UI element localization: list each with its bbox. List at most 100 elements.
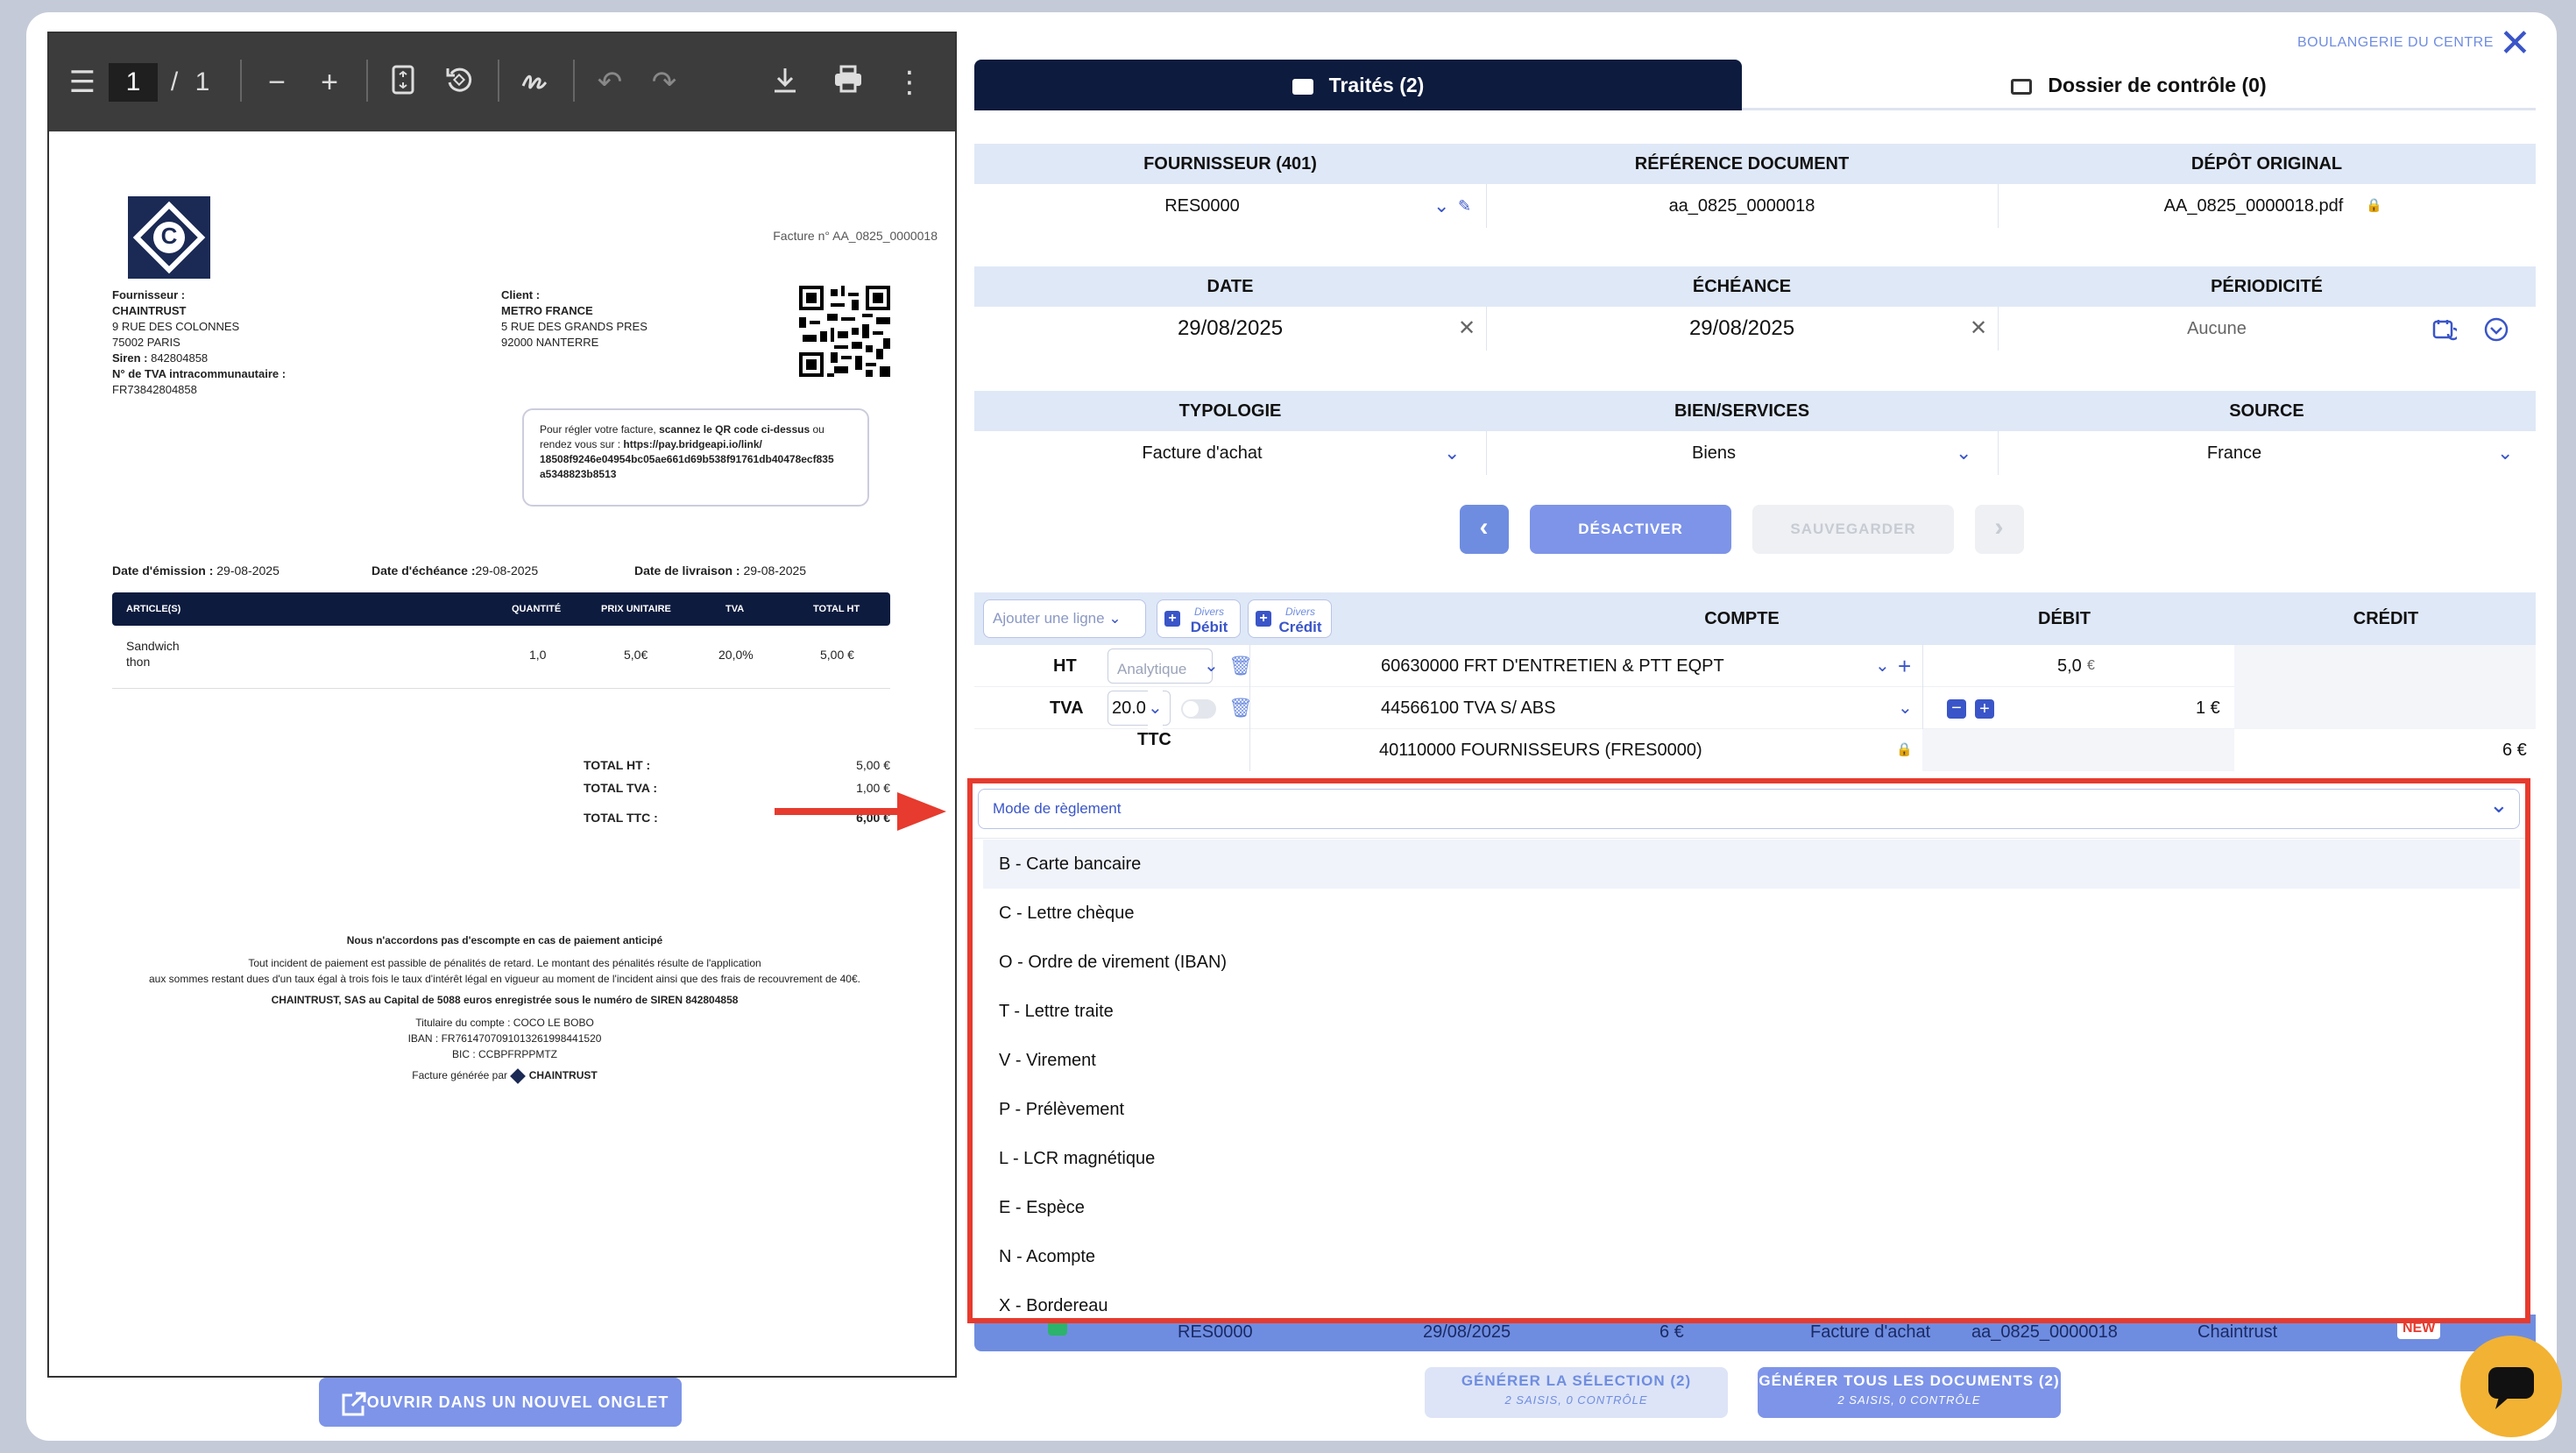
- entry-row-ht: HT Analytique ⌄ 🗑 60630000 FRT D'ENTRETI…: [974, 645, 2536, 687]
- option-virement[interactable]: V - Virement: [983, 1036, 2520, 1085]
- original-file[interactable]: AA_0825_0000018.pdf: [1998, 184, 2509, 228]
- supplier-block: Fournisseur : CHAINTRUST 9 RUE DES COLON…: [112, 288, 287, 396]
- tab-traites[interactable]: Traités (2): [974, 60, 1742, 110]
- document-reference: aa_0825_0000018: [1668, 196, 1815, 216]
- tab-dossier-controle[interactable]: Dossier de contrôle (0): [1742, 60, 2536, 110]
- pdf-viewer: ☰ 1 / 1 − + ↶ ↷ ⋮ C Facture n° AA_0825_0…: [47, 32, 957, 1378]
- print-icon[interactable]: [831, 65, 866, 100]
- pdf-toolbar: ☰ 1 / 1 − + ↶ ↷ ⋮: [49, 33, 955, 131]
- option-espece[interactable]: E - Espèce: [983, 1183, 2520, 1232]
- payment-mode-select[interactable]: Mode de règlement ⌄: [978, 789, 2520, 829]
- date-input[interactable]: 29/08/2025: [974, 307, 1486, 351]
- option-prelevement[interactable]: P - Prélèvement: [983, 1085, 2520, 1134]
- page-number-input[interactable]: 1: [109, 63, 158, 102]
- tva-toggle[interactable]: [1181, 699, 1216, 719]
- account-ht[interactable]: 60630000 FRT D'ENTRETIEN & PTT EQPT: [1381, 645, 1724, 687]
- due-date-input[interactable]: 29/08/2025: [1486, 307, 1998, 351]
- option-bordereau[interactable]: X - Bordereau: [983, 1281, 2520, 1318]
- option-lettre-cheque[interactable]: C - Lettre chèque: [983, 889, 2520, 938]
- clear-date-icon[interactable]: ✕: [1458, 307, 1476, 351]
- external-link-icon: [340, 1388, 368, 1437]
- supplier-select[interactable]: RES0000: [974, 184, 1430, 228]
- annotation-arrow: [775, 790, 946, 833]
- debit-tva-value[interactable]: 1 €: [2196, 687, 2220, 729]
- source-dropdown-icon[interactable]: ⌄: [2497, 431, 2513, 476]
- analytics-dropdown-icon[interactable]: ⌄: [1204, 645, 1219, 687]
- section2-header: DATE ÉCHÉANCE PÉRIODICITÉ: [974, 266, 2536, 307]
- client-block: Client : METRO FRANCE 5 RUE DES GRANDS P…: [501, 288, 648, 349]
- chaintrust-logo-icon: [510, 1067, 527, 1084]
- account-dropdown-icon[interactable]: ⌄: [1875, 645, 1890, 687]
- typology-dropdown-icon[interactable]: ⌄: [1444, 431, 1460, 476]
- source-select[interactable]: France: [1998, 431, 2471, 475]
- more-options-icon[interactable]: ⋮: [892, 65, 927, 100]
- option-lcr-magnetique[interactable]: L - LCR magnétique: [983, 1134, 2520, 1183]
- company-name: BOULANGERIE DU CENTRE: [2297, 35, 2494, 50]
- invoice-line: Sandwich thon 1,0 5,0€ 20,0% 5,00 €: [112, 636, 890, 689]
- account-tva[interactable]: 44566100 TVA S/ ABS: [1381, 687, 1555, 729]
- option-lettre-traite[interactable]: T - Lettre traite: [983, 987, 2520, 1036]
- plus-icon[interactable]: +: [1975, 699, 1994, 719]
- section3-header: TYPOLOGIE BIEN/SERVICES SOURCE: [974, 391, 2536, 431]
- dates-row: Date d'émission : 29-08-2025 Date d'éché…: [112, 563, 807, 578]
- section2-row: 29/08/2025 ✕ 29/08/2025 ✕ Aucune: [974, 307, 2536, 351]
- lock-icon: 🔒: [2366, 198, 2382, 213]
- option-acompte[interactable]: N - Acompte: [983, 1232, 2520, 1281]
- plus-icon: +: [1256, 611, 1271, 627]
- qr-code: [799, 286, 890, 377]
- generate-selection-button[interactable]: GÉNÉRER LA SÉLECTION (2) 2 SAISIS, 0 CON…: [1425, 1367, 1728, 1418]
- chat-icon: [2488, 1367, 2534, 1409]
- analytics-select[interactable]: Analytique: [1108, 649, 1213, 684]
- previous-button[interactable]: ‹: [1460, 505, 1509, 554]
- open-new-tab-button[interactable]: OUVRIR DANS UN NOUVEL ONGLET: [319, 1378, 682, 1427]
- periodicity-dropdown-icon[interactable]: [2483, 307, 2509, 351]
- add-line-select[interactable]: Ajouter une ligne ⌄: [983, 599, 1146, 638]
- download-icon[interactable]: [768, 65, 803, 100]
- chat-button[interactable]: [2460, 1336, 2562, 1437]
- credit-ttc-value: 6 €: [2502, 741, 2527, 760]
- page-total: 1: [195, 67, 210, 96]
- invoice-table-header: ARTICLE(S) QUANTITÉ PRIX UNITAIRE TVA TO…: [112, 592, 890, 626]
- draw-icon[interactable]: [517, 65, 552, 100]
- payment-mode-dropdown: Mode de règlement ⌄ B - Carte bancaire C…: [967, 778, 2530, 1323]
- clear-due-date-icon[interactable]: ✕: [1970, 307, 1987, 351]
- supplier-dropdown-icon[interactable]: ⌄: [1433, 184, 1449, 229]
- supplier-logo: C: [128, 196, 210, 279]
- account-ttc: 40110000 FOURNISSEURS (FRES0000): [1379, 741, 1702, 760]
- section3-row: Facture d'achat ⌄ Biens ⌄ France ⌄: [974, 431, 2536, 475]
- invoice-number: Facture n° AA_0825_0000018: [773, 229, 938, 243]
- edit-icon[interactable]: ✎: [1458, 184, 1471, 228]
- invoice-footer: Nous n'accordons pas d'escompte en cas d…: [84, 932, 925, 1084]
- plus-icon: +: [1164, 611, 1180, 627]
- minus-icon[interactable]: −: [1947, 699, 1966, 719]
- lock-icon: 🔒: [1896, 742, 1913, 757]
- next-button[interactable]: ›: [1975, 505, 2024, 554]
- goods-services-select[interactable]: Biens: [1486, 431, 1942, 475]
- divers-debit-button[interactable]: Divers Débit +: [1157, 599, 1241, 638]
- typology-select[interactable]: Facture d'achat: [974, 431, 1430, 475]
- calendar-repeat-icon[interactable]: [2432, 307, 2460, 351]
- option-ordre-virement[interactable]: O - Ordre de virement (IBAN): [983, 938, 2520, 987]
- zoom-in-icon[interactable]: +: [312, 65, 347, 100]
- payment-info-box: Pour régler votre facture, scannez le QR…: [522, 408, 869, 507]
- rotate-icon[interactable]: [442, 65, 477, 100]
- periodicity-select[interactable]: Aucune: [1998, 307, 2436, 351]
- entry-row-tva: TVA 20.0 ⌄ 🗑 44566100 TVA S/ ABS ⌄ − + 1…: [974, 687, 2536, 729]
- page-separator: /: [170, 67, 179, 96]
- add-account-icon[interactable]: +: [1898, 645, 1911, 687]
- zoom-out-icon[interactable]: −: [259, 65, 294, 100]
- fit-page-icon[interactable]: [386, 65, 421, 100]
- menu-icon[interactable]: ☰: [65, 65, 100, 100]
- debit-ht-value[interactable]: 5,0: [2057, 645, 2082, 687]
- section1-row: RES0000 ⌄ ✎ aa_0825_0000018 AA_0825_0000…: [974, 184, 2536, 228]
- redo-icon[interactable]: ↷: [647, 65, 682, 100]
- chevron-down-icon: ⌄: [2489, 791, 2509, 818]
- undo-icon[interactable]: ↶: [592, 65, 627, 100]
- account-tva-dropdown-icon[interactable]: ⌄: [1898, 687, 1913, 729]
- generate-all-button[interactable]: GÉNÉRER TOUS LES DOCUMENTS (2) 2 SAISIS,…: [1758, 1367, 2061, 1418]
- option-carte-bancaire[interactable]: B - Carte bancaire: [983, 840, 2520, 889]
- disable-button[interactable]: DÉSACTIVER: [1530, 505, 1731, 554]
- goods-dropdown-icon[interactable]: ⌄: [1956, 431, 1971, 476]
- save-button[interactable]: SAUVEGARDER: [1752, 505, 1954, 554]
- divers-credit-button[interactable]: Divers Crédit +: [1248, 599, 1332, 638]
